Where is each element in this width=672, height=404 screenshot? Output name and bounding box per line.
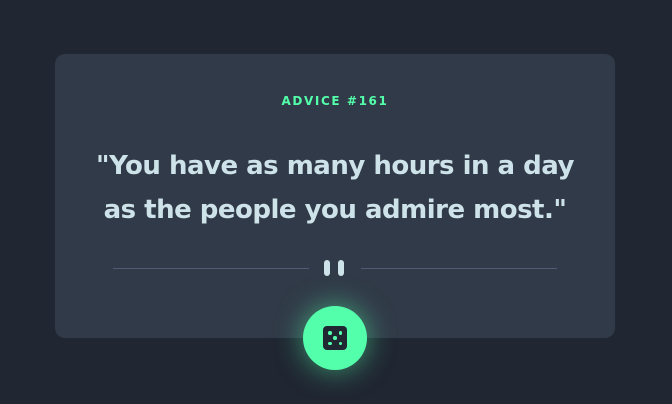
divider-line-right [361,268,557,269]
generate-advice-button[interactable] [303,306,367,370]
divider-line-left [113,268,309,269]
advice-card: ADVICE #161 "You have as many hours in a… [55,54,615,338]
pause-icon [324,260,346,276]
dice-icon [323,326,347,350]
divider [113,257,557,281]
advice-id-label: ADVICE #161 [281,94,389,108]
page: ADVICE #161 "You have as many hours in a… [0,0,672,404]
advice-quote: "You have as many hours in a day as the … [96,151,574,225]
